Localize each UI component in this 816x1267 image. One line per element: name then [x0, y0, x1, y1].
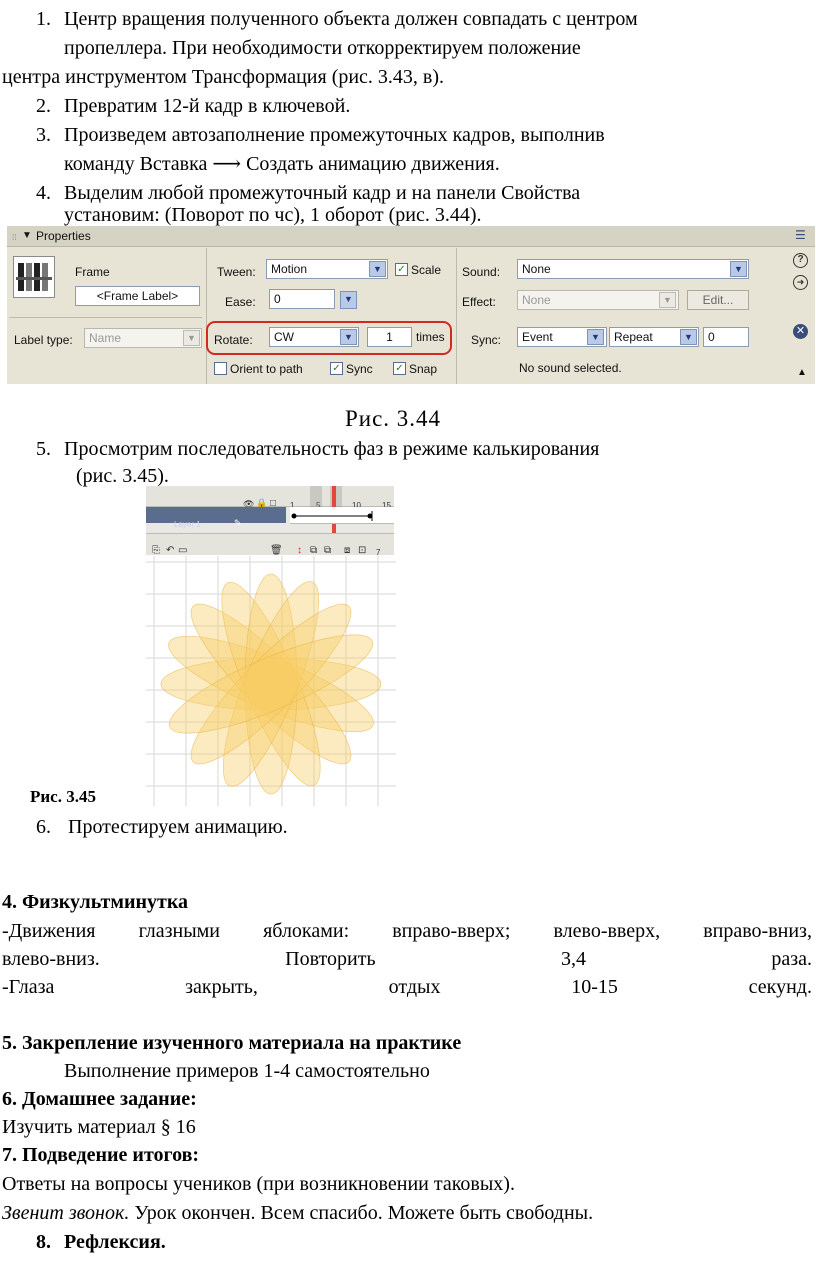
chevron-down-icon[interactable]: ▼: [659, 292, 676, 308]
sound-select[interactable]: None: [517, 259, 749, 279]
section-text: Изучить материал § 16: [2, 1116, 196, 1138]
figure-caption: Рис. 3.45: [30, 787, 96, 806]
step-number: 6.: [36, 816, 51, 838]
chevron-down-icon[interactable]: ▼: [369, 261, 386, 277]
sync-checkbox[interactable]: ✓: [330, 362, 343, 375]
frame-label: Frame: [75, 265, 110, 279]
section-title: 7. Подведение итогов:: [2, 1144, 200, 1166]
layer-frames[interactable]: [290, 507, 394, 524]
justified-line: -Движения глазными яблоками: вправо-ввер…: [2, 917, 812, 946]
chevron-down-icon[interactable]: ▼: [680, 329, 697, 345]
section-text: Выполнение примеров 1-4 самостоятельно: [64, 1060, 430, 1082]
no-sound-text: No sound selected.: [519, 361, 622, 375]
word: влево-вниз.: [2, 948, 100, 970]
word: -Глаза: [2, 976, 55, 998]
section-title: Рефлексия.: [64, 1231, 166, 1253]
sync-label: Sync:: [471, 333, 502, 347]
step-text: Протестируем анимацию.: [68, 816, 288, 838]
figure-caption: Рис. 3.44: [345, 406, 442, 431]
word: -Движения: [2, 920, 96, 942]
section-title: 4. Физкультминутка: [2, 891, 189, 913]
ease-label: Ease:: [225, 295, 256, 309]
step-number: 5.: [36, 438, 51, 460]
help-icon[interactable]: ?: [793, 253, 808, 268]
justified-line: влево-вниз. Повторить 3,4 раза.: [2, 945, 812, 974]
divider: [9, 317, 202, 318]
effect-select[interactable]: None: [517, 290, 679, 310]
section-title: 6. Домашнее задание:: [2, 1088, 197, 1110]
step-text: пропеллера. При необходимости откорректи…: [64, 37, 581, 59]
effect-label: Effect:: [462, 295, 496, 309]
step-number: 2.: [36, 95, 51, 117]
step-text: команду Вставка ⟶ Создать анимацию движе…: [64, 153, 500, 175]
label-type-label: Label type:: [14, 333, 73, 347]
chevron-down-icon[interactable]: ▼: [730, 261, 747, 277]
panel-titlebar: ⁞⁞ ▼ Properties ☰: [7, 226, 815, 247]
word: секунд.: [748, 976, 812, 998]
word: яблоками:: [263, 920, 350, 942]
edit-button[interactable]: Edit...: [687, 290, 749, 310]
word: вправо-вниз,: [703, 920, 812, 942]
word: глазными: [138, 920, 221, 942]
ease-slider-icon[interactable]: ▼: [340, 291, 357, 309]
rotate-times-input[interactable]: 1: [367, 327, 412, 347]
closing-line: Звенит звонок. Урок окончен. Всем спасиб…: [2, 1199, 593, 1228]
section-text: Урок окончен. Всем спасибо. Можете быть …: [129, 1202, 594, 1224]
properties-panel: ⁞⁞ ▼ Properties ☰ Frame <Frame Label> La…: [7, 226, 815, 384]
times-label: times: [416, 330, 445, 344]
panel-menu-icon[interactable]: ☰: [795, 228, 806, 242]
sound-label: Sound:: [462, 265, 501, 279]
justified-line: -Глаза закрыть, отдых 10-15 секунд.: [2, 973, 812, 1002]
snap-checkbox[interactable]: ✓: [393, 362, 406, 375]
rotate-label: Rotate:: [214, 333, 253, 347]
section-title: 5. Закрепление изученного материала на п…: [2, 1032, 462, 1054]
word: отдых: [388, 976, 441, 998]
word: 3,4: [560, 948, 586, 970]
chevron-down-icon[interactable]: ▼: [183, 330, 200, 346]
divider: [456, 248, 457, 384]
section-number: 8.: [36, 1231, 51, 1253]
arrow-circle-icon[interactable]: ➜: [793, 275, 808, 290]
orient-to-path-label: Orient to path: [230, 362, 303, 376]
word: влево-вверх,: [553, 920, 661, 942]
step-number: 1.: [36, 8, 51, 30]
italic-text: Звенит звонок.: [2, 1202, 130, 1224]
ease-input[interactable]: 0: [269, 289, 335, 309]
word: Повторить: [285, 948, 376, 970]
chevron-down-icon[interactable]: ▼: [587, 329, 604, 345]
tween-label: Tween:: [217, 265, 256, 279]
section-text: Ответы на вопросы учеников (при возникно…: [2, 1173, 515, 1195]
word: вправо-вверх;: [392, 920, 511, 942]
step-number: 3.: [36, 124, 51, 146]
word: закрыть,: [185, 976, 258, 998]
frame-label-input[interactable]: <Frame Label>: [75, 286, 200, 306]
collapse-triangle-icon[interactable]: ▼: [22, 229, 32, 243]
divider: [206, 248, 207, 384]
panel-title: Properties: [36, 229, 91, 243]
frame-icon: [13, 256, 55, 298]
grip-icon[interactable]: ⁞⁞: [12, 231, 16, 245]
step-number: 4.: [36, 182, 51, 204]
stage-canvas: [146, 556, 396, 806]
step-text: Превратим 12-й кадр в ключевой.: [64, 95, 351, 117]
orient-to-path-checkbox[interactable]: ✓: [214, 362, 227, 375]
word: 10-15: [571, 976, 618, 998]
step-text: Центр вращения полученного объекта долже…: [64, 8, 638, 30]
snap-label: Snap: [409, 362, 438, 376]
repeat-count-input[interactable]: 0: [703, 327, 749, 347]
timeline-panel: 👁 🔒 □ 1 5 10 15 Layer 1 ✎ ⎘ ↶ ▭ 🗑 ↕ ⧉ ⧉ …: [146, 486, 394, 557]
word: раза.: [771, 948, 812, 970]
close-circle-icon[interactable]: ✕: [793, 324, 808, 339]
step-text: центра инструментом Трансформация (рис. …: [2, 66, 445, 88]
step-text: Просмотрим последовательность фаз в режи…: [64, 438, 600, 460]
layer-row[interactable]: Layer 1 ✎: [146, 507, 286, 529]
scale-label: Scale: [411, 263, 442, 277]
collapse-up-icon[interactable]: ▲: [797, 366, 807, 380]
step-text: Произведем автозаполнение промежуточных …: [64, 124, 605, 146]
chevron-down-icon[interactable]: ▼: [340, 329, 357, 345]
sync-checkbox-label: Sync: [346, 362, 373, 376]
onion-skin-petals: [160, 573, 382, 795]
scale-checkbox[interactable]: ✓: [395, 263, 408, 276]
